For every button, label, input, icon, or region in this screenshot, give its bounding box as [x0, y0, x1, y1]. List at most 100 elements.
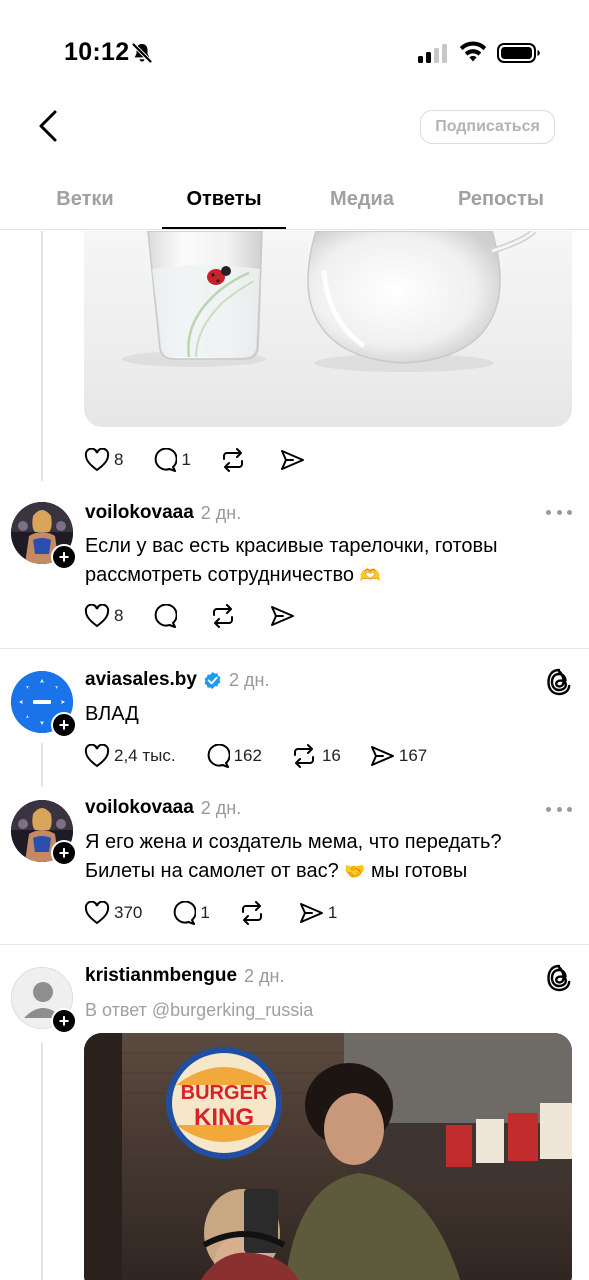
repost-icon: [293, 744, 314, 768]
replies-feed[interactable]: 8 1 + voilokovaaa 2 дн. Если у вас есть …: [0, 231, 589, 1280]
post-text-line: рассмотреть сотрудничество 🫶: [85, 561, 555, 591]
follow-plus-button[interactable]: +: [51, 544, 77, 570]
repost-icon: [222, 448, 243, 472]
thread-line: [41, 1043, 43, 1280]
glassware-image: [122, 231, 537, 372]
post-header: voilokovaaa 2 дн.: [85, 502, 241, 524]
like-button[interactable]: 8: [84, 448, 123, 472]
repost-count: 16: [321, 746, 341, 765]
post-time: 2 дн.: [200, 797, 242, 818]
share-button[interactable]: [279, 448, 309, 472]
repost-icon: [241, 901, 262, 925]
status-time: 10:12: [64, 38, 130, 66]
subscribe-button[interactable]: Подписаться: [420, 110, 555, 144]
post-time: 2 дн.: [200, 502, 242, 523]
burger-king-photo: BURGER KING: [84, 1033, 572, 1280]
like-count: 370: [114, 903, 143, 922]
post-header: kristianmbengue 2 дн.: [85, 965, 285, 987]
follow-plus-button[interactable]: +: [51, 1008, 77, 1034]
more-icon-dot: [556, 509, 562, 515]
heart-icon: [84, 448, 110, 472]
like-button[interactable]: 8: [84, 604, 123, 628]
comment-count: 1: [181, 450, 191, 469]
username[interactable]: voilokovaaa: [85, 502, 194, 524]
threads-logo-icon[interactable]: [546, 964, 572, 992]
follow-plus-button[interactable]: +: [51, 712, 77, 738]
comment-button[interactable]: 162: [204, 744, 262, 768]
battery-icon: [497, 43, 540, 63]
post-time: 2 дн.: [244, 965, 285, 986]
status-bar: 10:12: [0, 0, 589, 100]
post-text: ВЛАД: [85, 703, 139, 725]
post-actions: 8 1: [84, 445, 337, 475]
follow-plus-button[interactable]: +: [51, 840, 77, 866]
comment-count: 162: [233, 746, 262, 765]
post-photo[interactable]: BURGER KING: [84, 1033, 572, 1280]
cellular-signal-icon: [418, 44, 447, 63]
comment-button[interactable]: [151, 604, 181, 628]
back-button[interactable]: [30, 106, 66, 146]
more-icon-dot: [556, 806, 562, 812]
post-actions: 370 1 1: [84, 898, 365, 928]
share-icon: [271, 606, 295, 626]
post-text-segment: мы готовы: [371, 860, 468, 882]
photo-logo-top: BURGER: [181, 1082, 268, 1104]
more-options-button[interactable]: [546, 802, 572, 816]
reply-to-label[interactable]: В ответ @burgerking_russia: [85, 1000, 313, 1021]
share-count: 167: [398, 746, 428, 765]
comment-icon: [155, 604, 178, 628]
tab-reposts[interactable]: Репосты: [439, 188, 563, 211]
profile-tabs: Ветки Ответы Медиа Репосты: [0, 170, 589, 230]
username[interactable]: aviasales.by: [85, 669, 197, 691]
username[interactable]: kristianmbengue: [85, 965, 237, 987]
photo-logo-bottom: KING: [194, 1104, 254, 1131]
threads-logo-icon[interactable]: [546, 668, 572, 696]
username[interactable]: voilokovaaa: [85, 797, 194, 819]
divider: [0, 944, 589, 945]
more-icon-dot: [567, 509, 572, 515]
comment-button[interactable]: 1: [170, 901, 210, 925]
post-time: 2 дн.: [228, 669, 270, 690]
tab-media[interactable]: Медиа: [300, 188, 424, 211]
comment-icon: [207, 744, 230, 768]
post-image[interactable]: [84, 231, 572, 427]
like-button[interactable]: 370: [84, 901, 142, 925]
share-button[interactable]: 167: [369, 744, 427, 768]
repost-button[interactable]: [238, 901, 270, 925]
divider: [0, 648, 589, 649]
comment-button[interactable]: 1: [151, 448, 191, 472]
share-count: 1: [327, 903, 338, 922]
repost-button[interactable]: 16: [290, 744, 341, 768]
share-icon: [299, 903, 323, 923]
tab-threads[interactable]: Ветки: [23, 188, 147, 211]
share-button[interactable]: [269, 604, 299, 628]
bell-slash-icon: [131, 42, 153, 64]
active-tab-indicator: [162, 227, 286, 229]
emoji: 🫶: [359, 566, 381, 586]
comment-icon: [174, 901, 197, 925]
like-count: 8: [114, 606, 124, 625]
verified-badge-icon: [204, 671, 221, 689]
post-text-segment: рассмотреть сотрудничество: [85, 564, 354, 586]
post-header: aviasales.by 2 дн.: [85, 669, 269, 691]
more-options-button[interactable]: [546, 505, 572, 519]
like-button[interactable]: 2,4 тыс.: [84, 744, 176, 768]
thread-line: [41, 743, 43, 787]
post-text-line: Билеты на самолет от вас? 🤝 мы готовы: [85, 857, 555, 887]
share-button[interactable]: 1: [298, 901, 337, 925]
post-text: Если у вас есть красивые тарелочки, гото…: [85, 532, 555, 591]
post-text: Я его жена и создатель мема, что передат…: [85, 828, 555, 887]
repost-icon: [213, 604, 234, 628]
wifi-icon: [459, 41, 487, 62]
chevron-left-icon: [39, 110, 57, 142]
repost-button[interactable]: [209, 604, 241, 628]
comment-count: 1: [200, 903, 210, 922]
tab-replies[interactable]: Ответы: [162, 188, 286, 211]
thread-line: [41, 231, 43, 481]
post-text-segment: Билеты на самолет от вас?: [85, 860, 339, 882]
repost-button[interactable]: [219, 448, 251, 472]
post-actions: 2,4 тыс. 162 16 167: [84, 741, 455, 771]
share-icon: [280, 450, 304, 470]
post-text-line: Я его жена и создатель мема, что передат…: [85, 831, 502, 853]
emoji: 🤝: [344, 862, 366, 882]
